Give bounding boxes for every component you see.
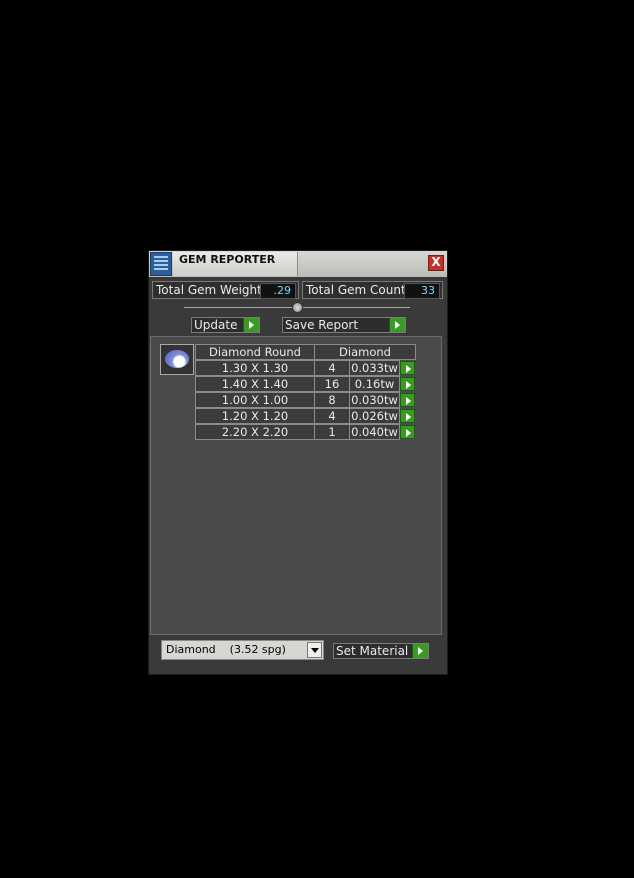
arrow-right-icon[interactable]: [400, 409, 415, 423]
total-gem-count: Total Gem Count 33: [302, 281, 443, 299]
weight-cell: 0.030tw: [349, 392, 400, 408]
arrow-right-icon[interactable]: [400, 377, 415, 391]
table-row: 1.30 X 1.30 4 0.033tw: [195, 360, 417, 376]
gem-list-area: Diamond Round Diamond 1.30 X 1.30 4 0.03…: [150, 336, 442, 635]
arrow-right-icon[interactable]: [400, 361, 415, 375]
total-gem-weight: Total Gem Weight .29: [152, 281, 299, 299]
gem-diamond-icon[interactable]: [160, 344, 194, 375]
update-button-label: Update: [194, 318, 238, 332]
count-cell: 1: [314, 424, 350, 440]
material-select[interactable]: Diamond (3.52 spg): [161, 640, 324, 660]
table-row: 1.00 X 1.00 8 0.030tw: [195, 392, 417, 408]
table-row: 1.40 X 1.40 16 0.16tw: [195, 376, 417, 392]
size-cell: 1.30 X 1.30: [195, 360, 315, 376]
count-cell: 16: [314, 376, 350, 392]
count-cell: 4: [314, 408, 350, 424]
arrow-right-icon: [243, 318, 259, 332]
table-header: Diamond Round Diamond: [195, 344, 417, 360]
total-gem-weight-value: .29: [260, 283, 296, 299]
size-cell: 1.20 X 1.20: [195, 408, 315, 424]
arrow-right-icon: [412, 644, 428, 658]
set-material-button[interactable]: Set Material: [333, 643, 429, 659]
set-material-button-label: Set Material: [336, 644, 409, 658]
column-header: Diamond Round: [195, 344, 315, 360]
splitter-handle[interactable]: [292, 302, 303, 313]
size-cell: 1.00 X 1.00: [195, 392, 315, 408]
weight-cell: 0.040tw: [349, 424, 400, 440]
total-gem-weight-label: Total Gem Weight: [156, 283, 262, 297]
count-cell: 4: [314, 360, 350, 376]
weight-cell: 0.033tw: [349, 360, 400, 376]
weight-cell: 0.16tw: [349, 376, 400, 392]
save-report-button-label: Save Report: [285, 318, 359, 332]
column-header: Diamond: [314, 344, 416, 360]
total-gem-count-value: 33: [404, 283, 440, 299]
size-cell: 1.40 X 1.40: [195, 376, 315, 392]
arrow-right-icon[interactable]: [400, 425, 415, 439]
arrow-right-icon[interactable]: [400, 393, 415, 407]
gem-reporter-window: GEM REPORTER X Total Gem Weight .29 Tota…: [148, 250, 448, 675]
total-gem-count-label: Total Gem Count: [306, 283, 406, 297]
close-icon[interactable]: X: [428, 255, 444, 271]
update-button[interactable]: Update: [191, 317, 260, 333]
chevron-down-icon[interactable]: [307, 642, 322, 658]
material-select-value: Diamond (3.52 spg): [166, 643, 286, 656]
app-grid-icon: [150, 252, 172, 276]
table-row: 2.20 X 2.20 1 0.040tw: [195, 424, 417, 440]
window-title: GEM REPORTER: [179, 253, 276, 266]
size-cell: 2.20 X 2.20: [195, 424, 315, 440]
title-bar[interactable]: GEM REPORTER X: [149, 251, 447, 277]
weight-cell: 0.026tw: [349, 408, 400, 424]
arrow-right-icon: [389, 318, 405, 332]
save-report-button[interactable]: Save Report: [282, 317, 406, 333]
count-cell: 8: [314, 392, 350, 408]
table-row: 1.20 X 1.20 4 0.026tw: [195, 408, 417, 424]
